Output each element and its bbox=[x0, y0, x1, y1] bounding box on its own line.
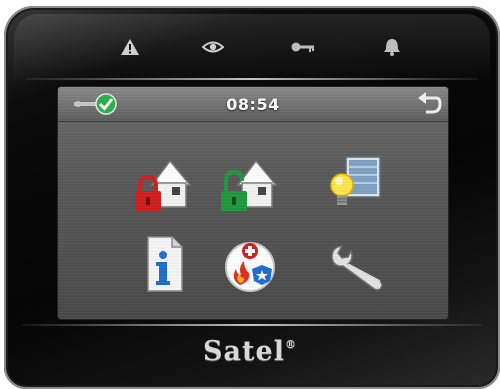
key-icon bbox=[291, 42, 314, 52]
clock-time: 08:54 bbox=[226, 95, 280, 114]
arm-house-locked-icon bbox=[135, 159, 192, 211]
alarm-warning-icon bbox=[121, 39, 139, 55]
lighting-control-icon bbox=[330, 156, 381, 208]
touchscreen: 08:54 bbox=[58, 87, 448, 319]
service-button[interactable] bbox=[324, 233, 388, 297]
indicator-bar bbox=[0, 32, 500, 62]
bottom-divider bbox=[22, 324, 482, 326]
brand-logo: Satel® bbox=[203, 336, 297, 367]
info-button[interactable] bbox=[132, 233, 196, 297]
status-bar: 08:54 bbox=[58, 87, 448, 122]
disarm-button[interactable] bbox=[218, 153, 282, 217]
information-icon bbox=[147, 236, 183, 292]
emergency-button[interactable] bbox=[218, 233, 282, 297]
top-divider bbox=[26, 78, 478, 80]
service-wrench-icon bbox=[331, 245, 383, 291]
arm-button[interactable] bbox=[132, 153, 196, 217]
bell-icon bbox=[384, 39, 400, 56]
disarm-house-unlocked-icon bbox=[221, 159, 278, 211]
back-arrow-icon[interactable] bbox=[416, 92, 442, 116]
eye-icon bbox=[202, 41, 224, 53]
emergency-fire-medical-icon bbox=[225, 242, 275, 292]
lighting-button[interactable] bbox=[324, 153, 388, 217]
